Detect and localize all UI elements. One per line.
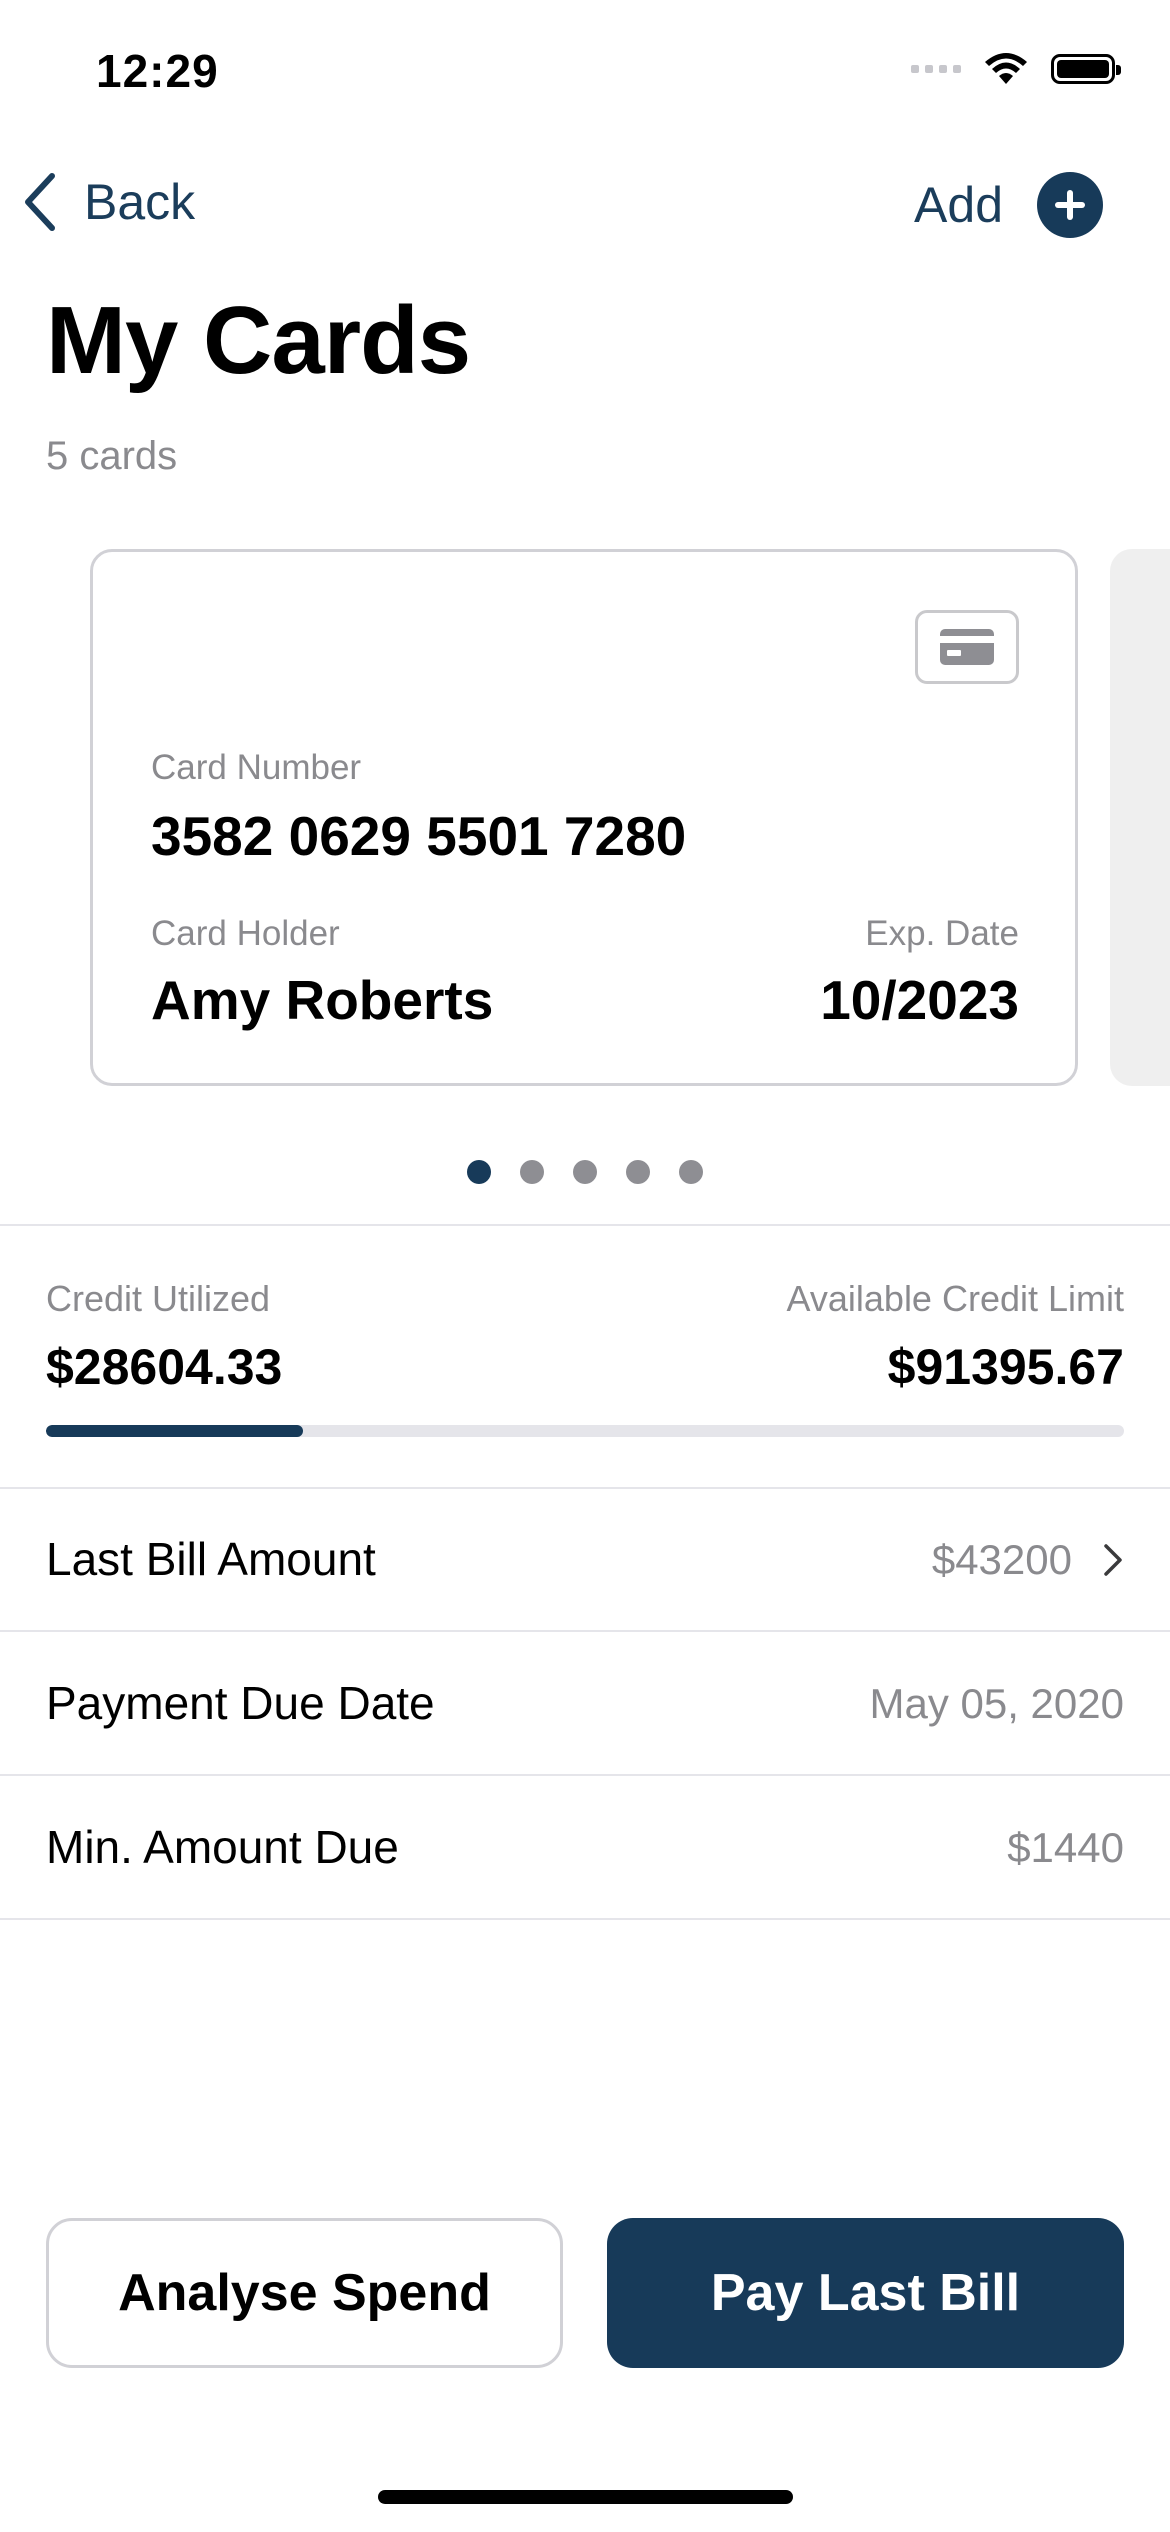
exp-date: 10/2023 (820, 969, 1019, 1031)
exp-date-label: Exp. Date (865, 914, 1019, 953)
min-amount-label: Min. Amount Due (46, 1821, 399, 1873)
home-indicator[interactable] (378, 2490, 793, 2504)
card-number-label: Card Number (151, 748, 362, 787)
divider (0, 1918, 1170, 1920)
page-dot[interactable] (573, 1160, 597, 1184)
payment-due-value: May 05, 2020 (869, 1680, 1124, 1727)
card-holder-label: Card Holder (151, 914, 340, 953)
available-credit-label: Available Credit Limit (786, 1278, 1124, 1319)
battery-icon (1051, 54, 1121, 84)
page-dot[interactable] (467, 1160, 491, 1184)
status-time: 12:29 (96, 45, 219, 97)
wifi-icon (985, 53, 1027, 84)
chevron-right-icon (1104, 1544, 1122, 1576)
status-icons (911, 52, 1121, 86)
card-count: 5 cards (46, 434, 178, 478)
card-pagination[interactable] (0, 1160, 1170, 1184)
divider (0, 1487, 1170, 1489)
available-credit-value: $91395.67 (887, 1339, 1124, 1395)
card-number: 3582 0629 5501 7280 (151, 805, 687, 867)
min-amount-value: $1440 (1007, 1824, 1124, 1871)
payment-due-label: Payment Due Date (46, 1677, 435, 1729)
divider (0, 1630, 1170, 1632)
analyse-spend-button[interactable]: Analyse Spend (46, 2218, 563, 2368)
divider (0, 1774, 1170, 1776)
credit-card[interactable]: Card Number 3582 0629 5501 7280 Card Hol… (90, 549, 1078, 1086)
cellular-signal-icon (911, 65, 961, 73)
page-title: My Cards (46, 287, 471, 394)
credit-progress-bar (46, 1425, 1124, 1437)
page-dot[interactable] (679, 1160, 703, 1184)
back-label: Back (84, 174, 196, 230)
credit-card-icon (915, 610, 1019, 684)
credit-utilized-value: $28604.33 (46, 1339, 283, 1395)
page-dot[interactable] (626, 1160, 650, 1184)
credit-progress-fill (46, 1425, 303, 1437)
credit-utilized-label: Credit Utilized (46, 1278, 271, 1319)
chevron-left-icon (25, 173, 55, 231)
last-bill-label: Last Bill Amount (46, 1533, 376, 1585)
add-card-button[interactable]: Add (914, 172, 1103, 238)
last-bill-row-action[interactable]: $43200 (932, 1536, 1124, 1584)
back-button[interactable]: Back (22, 172, 195, 232)
next-card-peek[interactable] (1110, 549, 1170, 1086)
pay-last-bill-button[interactable]: Pay Last Bill (607, 2218, 1124, 2368)
last-bill-value: $43200 (931, 1536, 1072, 1583)
plus-circle-icon (1037, 172, 1103, 238)
page-dot[interactable] (520, 1160, 544, 1184)
add-label: Add (914, 177, 1003, 233)
card-holder: Amy Roberts (151, 969, 494, 1031)
divider (0, 1224, 1170, 1226)
